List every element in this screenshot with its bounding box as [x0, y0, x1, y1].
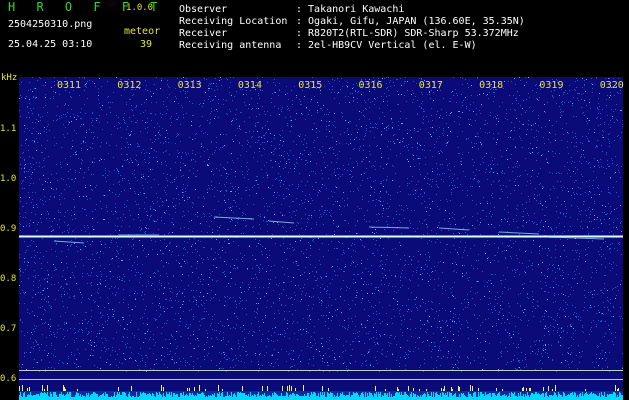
x-tick-label: 0318: [479, 80, 504, 91]
app-version: 1.0.0: [126, 3, 154, 13]
x-tick-label: 0314: [237, 80, 262, 91]
antenna-label: Receiving antenna: [179, 40, 282, 51]
x-tick-label: 0319: [539, 80, 564, 91]
carrier-line: [19, 236, 623, 237]
x-tick-label: 0313: [177, 80, 202, 91]
antenna-value: : 2el-HB9CV Vertical (el. E-W): [296, 40, 477, 51]
y-axis-labels: 1.1 1.0 0.9 0.8 0.7 0.6: [0, 0, 19, 400]
receiver-label: Receiver: [179, 28, 228, 39]
y-tick-label: 1.1: [0, 124, 17, 134]
baseline-rule-lower: [19, 379, 623, 380]
y-tick-label: 1.0: [0, 174, 17, 184]
spectrogram-canvas: [19, 77, 623, 400]
receiver-value: : R820T2(RTL-SDR) SDR-Sharp 53.372MHz: [296, 28, 519, 39]
baseline-rule-upper: [19, 370, 623, 371]
x-tick-label: 0317: [418, 80, 443, 91]
observer-label: Observer: [179, 4, 228, 15]
meteor-count: 39: [139, 39, 152, 50]
observer-value: : Takanori Kawachi: [296, 4, 405, 15]
x-tick-label: 0311: [57, 80, 82, 91]
x-tick-label: 0320: [599, 80, 624, 91]
y-tick-label: 0.9: [0, 224, 17, 234]
x-tick-label: 0315: [298, 80, 323, 91]
spectrogram-plot: [19, 77, 623, 400]
location-value: : Ogaki, Gifu, JAPAN (136.60E, 35.35N): [296, 16, 525, 27]
meteor-label: meteor: [124, 26, 161, 37]
y-tick-label: 0.6: [0, 374, 17, 384]
y-tick-label: 0.8: [0, 274, 17, 284]
file-name: 2504250310.png: [8, 19, 93, 30]
y-tick-label: 0.7: [0, 324, 17, 334]
location-label: Receiving Location: [179, 16, 288, 27]
timestamp: 25.04.25 03:10: [8, 39, 93, 50]
x-tick-label: 0312: [117, 80, 142, 91]
x-tick-label: 0316: [358, 80, 383, 91]
